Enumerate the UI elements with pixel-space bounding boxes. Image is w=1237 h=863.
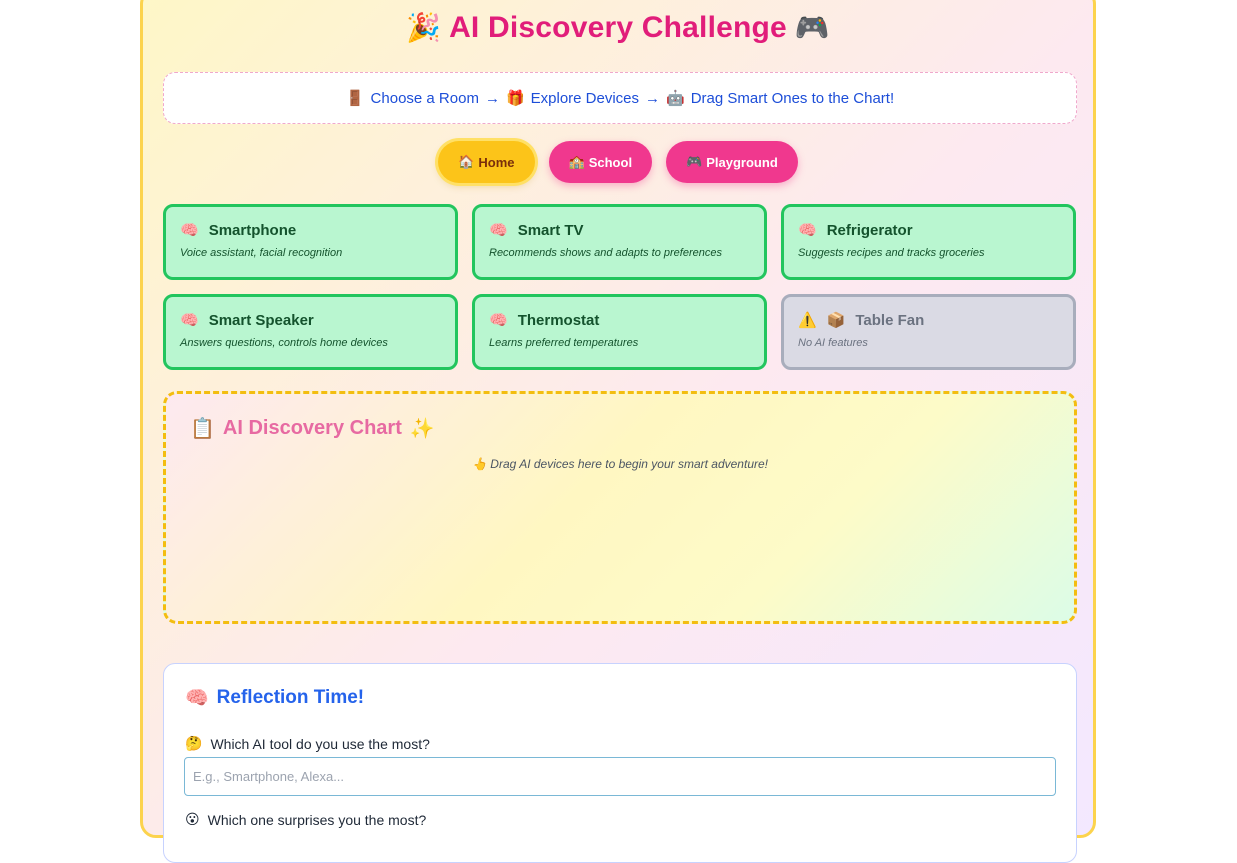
favorite-ai-tool-input[interactable] xyxy=(184,757,1056,796)
sparkles-icon: ✨ xyxy=(409,418,435,440)
brain-icon: 🧠 xyxy=(180,222,199,239)
device-description: Recommends shows and adapts to preferenc… xyxy=(489,247,722,259)
brain-icon: 🧠 xyxy=(798,222,817,239)
warning-icon: ⚠️ xyxy=(798,312,817,329)
surprised-face-icon: 😮 xyxy=(185,811,200,827)
party-popper-icon: 🎉 xyxy=(405,12,442,43)
school-icon: 🏫 xyxy=(568,154,585,169)
device-card-smart-tv[interactable]: 🧠 Smart TV Recommends shows and adapts to… xyxy=(472,204,767,280)
dropzone-hint-text: Drag AI devices here to begin your smart… xyxy=(490,457,768,471)
device-description: No AI features xyxy=(798,337,868,349)
device-card-table-fan[interactable]: ⚠️ 📦 Table Fan No AI features xyxy=(781,294,1076,370)
game-controller-icon: 🎮 xyxy=(686,154,703,169)
device-grid: 🧠 Smartphone Voice assistant, facial reco… xyxy=(163,204,1077,370)
page-title: 🎉 AI Discovery Challenge 🎮 xyxy=(143,11,1093,45)
question-label: 😮 Which one surprises you the most? xyxy=(185,811,426,828)
device-description: Suggests recipes and tracks groceries xyxy=(798,247,985,259)
arrow-icon: → xyxy=(645,89,661,107)
room-button-school[interactable]: 🏫 School xyxy=(548,141,653,183)
thinking-face-icon: 🤔 xyxy=(185,735,203,751)
question-text: Which AI tool do you use the most? xyxy=(210,735,430,752)
brain-icon: 🧠 xyxy=(489,222,508,239)
question-label: 🤔 Which AI tool do you use the most? xyxy=(185,735,430,752)
room-button-home[interactable]: 🏠 Home xyxy=(438,141,535,183)
instructions-banner: 🚪 Choose a Room → 🎁 Explore Devices → 🤖 … xyxy=(163,72,1077,124)
device-description: Answers questions, controls home devices xyxy=(180,337,388,349)
device-card-thermostat[interactable]: 🧠 Thermostat Learns preferred temperature… xyxy=(472,294,767,370)
pointing-hand-icon: 👆 xyxy=(472,457,487,471)
arrow-icon: → xyxy=(484,89,500,107)
gift-icon: 🎁 xyxy=(505,90,525,107)
app-container: 🎉 AI Discovery Challenge 🎮 🚪 Choose a Room… xyxy=(140,0,1096,863)
step-drag-devices: Drag Smart Ones to the Chart! xyxy=(690,89,895,107)
device-card-smart-speaker[interactable]: 🧠 Smart Speaker Answers questions, contro… xyxy=(163,294,458,370)
room-button-playground[interactable]: 🎮 Playground xyxy=(666,141,798,183)
page-title-text: AI Discovery Challenge xyxy=(449,11,787,44)
room-label: Home xyxy=(478,154,515,170)
device-name: Thermostat xyxy=(517,311,600,329)
step-explore-devices: Explore Devices xyxy=(530,89,640,107)
reflection-panel: 🧠 Reflection Time! 🤔 Which AI tool do yo… xyxy=(163,663,1077,863)
reflection-title: 🧠 Reflection Time! xyxy=(185,686,364,710)
device-card-smartphone[interactable]: 🧠 Smartphone Voice assistant, facial reco… xyxy=(163,204,458,280)
dropzone-hint: 👆 Drag AI devices here to begin your sma… xyxy=(166,457,1074,471)
room-selector: 🏠 Home 🏫 School 🎮 Playground xyxy=(143,141,1093,183)
device-name: Table Fan xyxy=(855,311,925,329)
step-choose-room: Choose a Room xyxy=(370,89,479,107)
clipboard-icon: 📋 xyxy=(190,418,215,440)
package-icon: 📦 xyxy=(826,312,846,329)
room-label: School xyxy=(588,154,633,170)
brain-icon: 🧠 xyxy=(185,688,209,709)
reflection-title-text: Reflection Time! xyxy=(216,687,365,708)
device-description: Voice assistant, facial recognition xyxy=(180,247,343,259)
device-name: Refrigerator xyxy=(826,221,913,239)
brain-icon: 🧠 xyxy=(489,312,508,329)
door-icon: 🚪 xyxy=(345,90,365,107)
robot-icon: 🤖 xyxy=(666,90,685,107)
room-label: Playground xyxy=(706,154,778,170)
ai-discovery-chart-dropzone[interactable]: 📋 AI Discovery Chart ✨ 👆 Drag AI devices… xyxy=(163,391,1077,624)
device-name: Smart TV xyxy=(517,221,584,239)
brain-icon: 🧠 xyxy=(180,312,199,329)
device-name: Smartphone xyxy=(208,221,297,239)
chart-title-text: AI Discovery Chart xyxy=(222,417,402,439)
device-card-refrigerator[interactable]: 🧠 Refrigerator Suggests recipes and track… xyxy=(781,204,1076,280)
question-text: Which one surprises you the most? xyxy=(207,811,427,828)
house-icon: 🏠 xyxy=(458,154,475,169)
device-description: Learns preferred temperatures xyxy=(489,337,639,349)
device-name: Smart Speaker xyxy=(208,311,314,329)
game-controller-icon: 🎮 xyxy=(794,12,830,43)
chart-title: 📋 AI Discovery Chart ✨ xyxy=(190,416,435,441)
